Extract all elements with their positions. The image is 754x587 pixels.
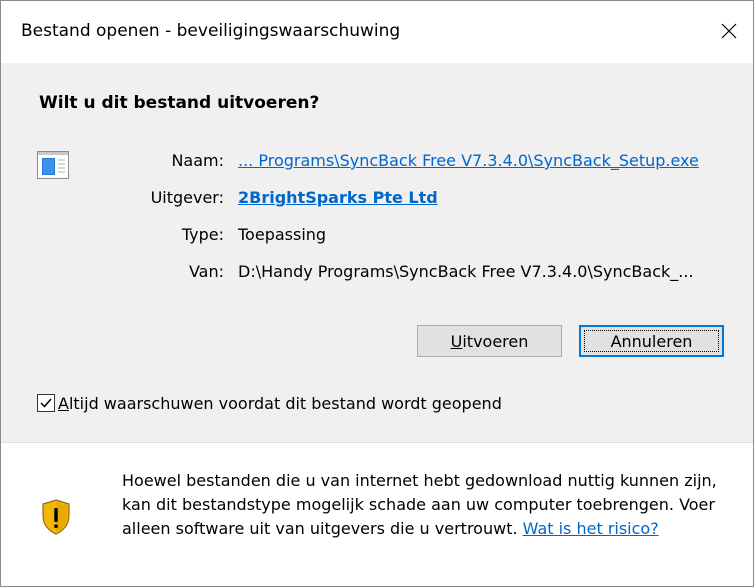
security-warning-text: Hoewel bestanden die u van internet hebt… — [122, 469, 732, 541]
run-button[interactable]: Uitvoeren — [417, 325, 562, 357]
type-label: Type: — [181, 225, 224, 244]
always-warn-checkbox[interactable] — [37, 394, 55, 412]
always-warn-option[interactable]: Altijd waarschuwen voordat dit bestand w… — [37, 392, 502, 414]
type-value: Toepassing — [238, 225, 327, 244]
cancel-button[interactable]: Annuleren — [579, 325, 724, 357]
cancel-button-label: Annuleren — [610, 331, 693, 351]
name-row: Naam: ... Programs\SyncBack Free V7.3.4.… — [1, 151, 753, 177]
security-warning-dialog: Bestand openen - beveiligingswaarschuwin… — [0, 0, 754, 587]
close-button[interactable] — [711, 13, 747, 49]
run-question: Wilt u dit bestand uitvoeren? — [39, 93, 320, 113]
window-title: Bestand openen - beveiligingswaarschuwin… — [21, 21, 401, 41]
warning-footer: Hoewel bestanden die u van internet hebt… — [1, 443, 753, 586]
checkmark-icon — [40, 398, 52, 408]
publisher-label: Uitgever: — [150, 188, 224, 207]
from-row: Van: D:\Handy Programs\SyncBack Free V7.… — [1, 262, 753, 288]
always-warn-label: Altijd waarschuwen voordat dit bestand w… — [58, 393, 502, 413]
file-name-link[interactable]: ... Programs\SyncBack Free V7.3.4.0\Sync… — [238, 151, 699, 170]
title-bar: Bestand openen - beveiligingswaarschuwin… — [1, 1, 753, 63]
from-value: D:\Handy Programs\SyncBack Free V7.3.4.0… — [238, 262, 694, 281]
publisher-link[interactable]: 2BrightSparks Pte Ltd — [238, 188, 438, 207]
name-label: Naam: — [171, 151, 224, 170]
publisher-row: Uitgever: 2BrightSparks Pte Ltd — [1, 188, 753, 214]
from-label: Van: — [188, 262, 224, 281]
risk-link[interactable]: Wat is het risico? — [523, 519, 659, 538]
dialog-content: Wilt u dit bestand uitvoeren? Naam: ... … — [1, 63, 753, 442]
shield-warning-icon — [42, 499, 70, 535]
type-row: Type: Toepassing — [1, 225, 753, 251]
close-icon — [721, 23, 737, 39]
run-button-label: Uitvoeren — [450, 331, 529, 351]
